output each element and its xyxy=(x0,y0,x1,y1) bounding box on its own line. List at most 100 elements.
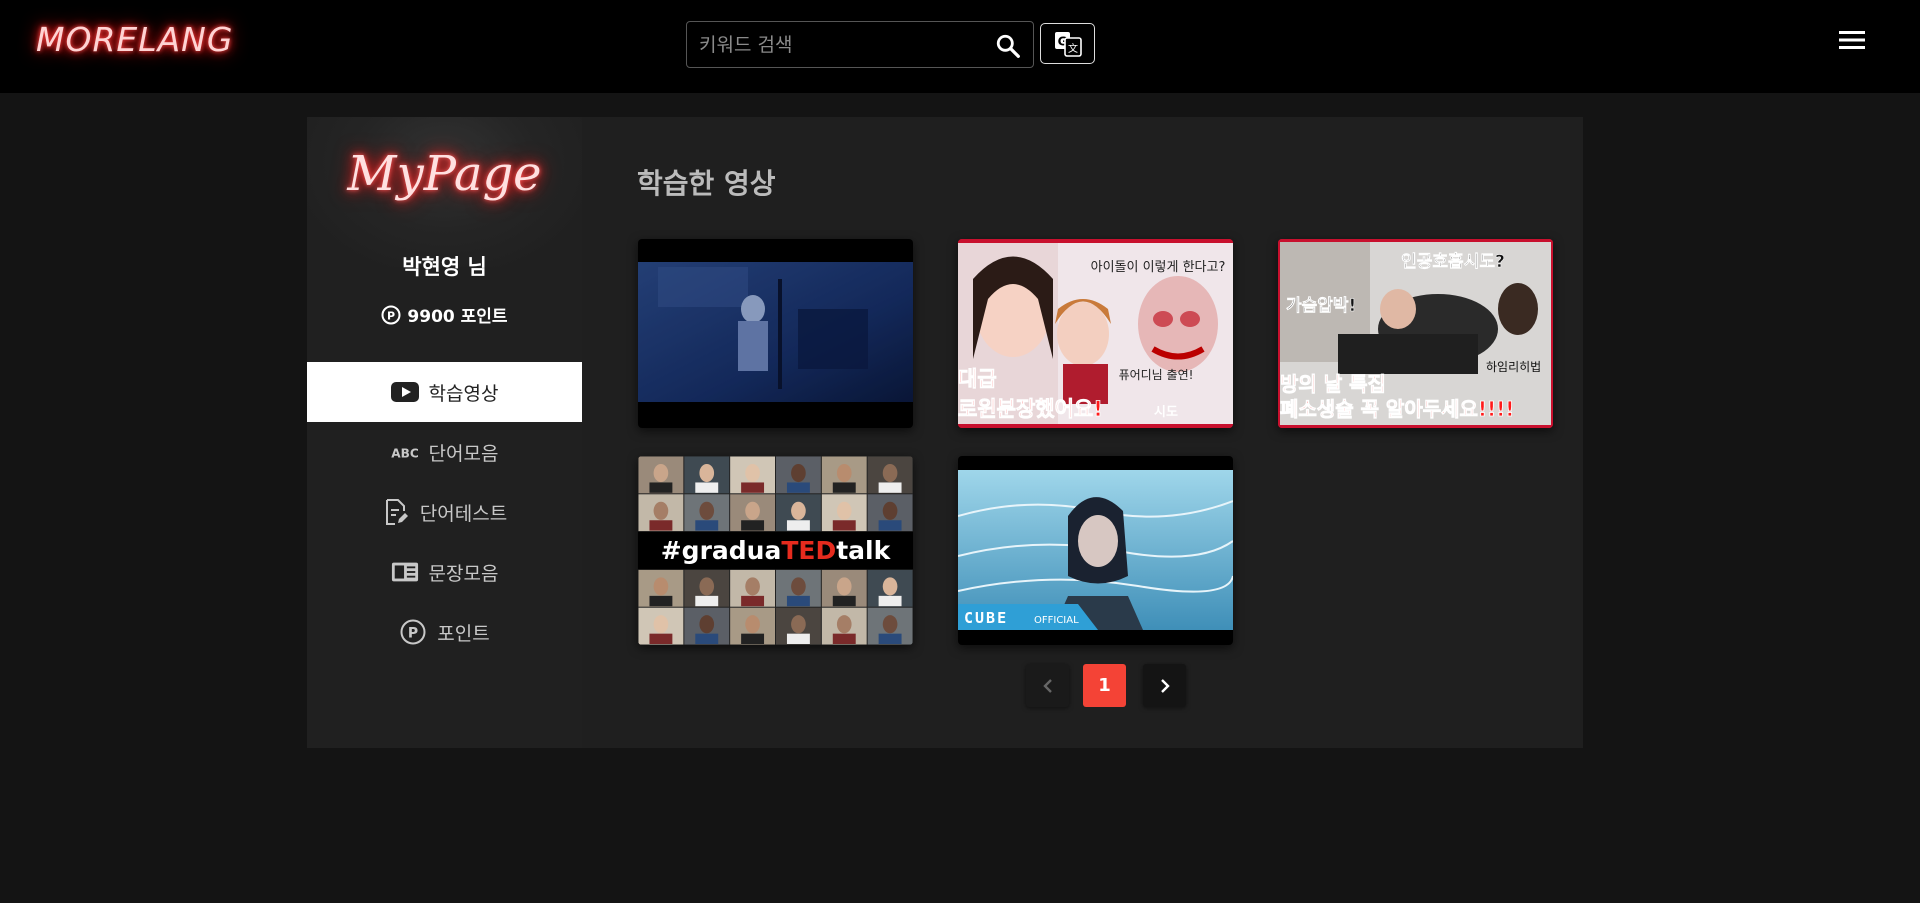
document-edit-icon xyxy=(382,499,410,525)
search-input[interactable] xyxy=(699,22,979,67)
pagination-next-button[interactable] xyxy=(1143,664,1186,707)
video-grid-face xyxy=(653,463,669,483)
video-grid-face xyxy=(882,501,898,520)
video-thumbnail-image: 인공호흡시도? 가슴압박! 하임리히법 방의 날 특집 폐소생술 꼭 알아두세요… xyxy=(1278,239,1553,428)
video-grid-face xyxy=(836,501,852,520)
video-grid-body xyxy=(695,595,719,607)
ted-hashtag-text: #graduaTEDtalk xyxy=(661,536,892,565)
video-grid-face xyxy=(836,615,852,634)
chevron-right-icon xyxy=(1160,678,1170,693)
sidebar-item-sentence-collection[interactable]: 문장모음 xyxy=(307,542,582,602)
page-title: 학습한 영상 xyxy=(637,167,776,200)
video-grid-body xyxy=(695,633,719,644)
video-grid-face xyxy=(836,463,852,483)
video-grid-body xyxy=(832,482,856,493)
chevron-left-icon xyxy=(1042,678,1052,693)
video-thumbnail-4[interactable]: #graduaTEDtalk xyxy=(638,456,913,645)
overlay-text-left: 가슴압박! xyxy=(1286,295,1356,316)
video-thumbnail-image: 아이돌이 이렇게 한다고? 퓨어디님 출연! 대급 로윈분장했어요! 시도 xyxy=(958,239,1233,428)
mypage-panel: MyPage 박현영 님 P 9900 포인트 학습영상 ABC 단어모음 단어… xyxy=(307,117,1583,748)
video-thumbnail-1[interactable] xyxy=(638,239,913,428)
video-grid-face xyxy=(653,615,669,634)
video-grid-face xyxy=(745,501,760,520)
overlay-text-bottom-2: 폐소생술 꼭 알아두세요!!!! xyxy=(1280,397,1514,421)
user-name: 박현영 님 xyxy=(402,255,487,279)
sidebar-item-label: 포인트 xyxy=(437,622,490,645)
video-grid-face xyxy=(882,577,898,596)
top-navbar: MORELANG G 文 xyxy=(0,0,1920,93)
video-grid-face xyxy=(791,501,806,520)
hamburger-menu-icon[interactable] xyxy=(1839,30,1865,50)
sidebar-menu: 학습영상 ABC 단어모음 단어테스트 문장모음 P 포인트 xyxy=(307,362,582,662)
article-icon xyxy=(391,559,419,585)
video-grid-face xyxy=(699,615,715,634)
video-grid-body xyxy=(649,633,673,644)
video-grid-body xyxy=(695,482,719,493)
video-grid-body xyxy=(878,595,902,607)
sidebar-item-label: 단어모음 xyxy=(428,442,499,465)
sidebar-item-word-collection[interactable]: ABC 단어모음 xyxy=(307,422,582,482)
video-grid-body xyxy=(786,595,810,607)
overlay-brand: CUBE xyxy=(964,609,1008,627)
svg-text:文: 文 xyxy=(1068,42,1078,55)
video-grid-body xyxy=(878,482,902,493)
pagination-prev-button[interactable] xyxy=(1026,664,1069,707)
sidebar-item-label: 문장모음 xyxy=(428,562,499,585)
sidebar-item-word-test[interactable]: 단어테스트 xyxy=(307,482,582,542)
video-grid-body xyxy=(695,520,719,531)
search-box xyxy=(686,21,1034,68)
overlay-text-bottom-2: 로윈분장했어요! xyxy=(958,397,1103,421)
video-grid-body xyxy=(649,520,673,531)
video-grid-body xyxy=(786,482,810,493)
video-grid-face xyxy=(836,577,852,596)
video-thumbnail-5[interactable]: CUBE OFFICIAL xyxy=(958,456,1233,645)
sidebar: MyPage 박현영 님 P 9900 포인트 학습영상 ABC 단어모음 단어… xyxy=(307,117,582,748)
video-grid-face xyxy=(745,615,760,634)
video-thumbnail-3[interactable]: 인공호흡시도? 가슴압박! 하임리히법 방의 날 특집 폐소생술 꼭 알아두세요… xyxy=(1278,239,1553,428)
overlay-text-top: 인공호흡시도? xyxy=(1401,251,1505,272)
overlay-text-bottom-1: 방의 날 특집 xyxy=(1280,372,1386,396)
translate-icon: G 文 xyxy=(1055,32,1082,57)
overlay-text-top: 아이돌이 이렇게 한다고? xyxy=(1091,260,1226,275)
video-grid-face xyxy=(791,615,806,634)
video-grid-face xyxy=(745,577,760,596)
mypage-logo: MyPage xyxy=(347,146,542,202)
video-grid-body xyxy=(878,520,902,531)
video-grid-body xyxy=(741,595,765,607)
overlay-text-right: 하임리히법 xyxy=(1486,360,1541,374)
video-grid-face xyxy=(653,501,669,520)
sidebar-item-points[interactable]: P 포인트 xyxy=(307,602,582,662)
pagination-page-current[interactable]: 1 xyxy=(1083,664,1126,707)
video-thumbnail-image: CUBE OFFICIAL xyxy=(958,470,1233,630)
sidebar-item-label: 단어테스트 xyxy=(419,502,508,525)
video-grid-face xyxy=(882,615,898,634)
sidebar-item-study-videos[interactable]: 학습영상 xyxy=(307,362,582,422)
video-thumbnail-2[interactable]: 아이돌이 이렇게 한다고? 퓨어디님 출연! 대급 로윈분장했어요! 시도 xyxy=(958,239,1233,428)
video-grid-face xyxy=(699,577,715,596)
video-grid-face xyxy=(699,463,715,483)
video-grid-body xyxy=(878,633,902,644)
sidebar-item-label: 학습영상 xyxy=(428,382,499,405)
video-thumbnail-image xyxy=(638,262,913,402)
translate-button[interactable]: G 文 xyxy=(1040,23,1095,64)
points-circle-icon: P xyxy=(399,619,427,645)
video-grid-body xyxy=(832,595,856,607)
video-grid-body xyxy=(649,595,673,607)
video-grid-body xyxy=(649,482,673,493)
video-grid-face xyxy=(791,463,806,483)
video-grid-body xyxy=(832,633,856,644)
video-grid-body xyxy=(741,520,765,531)
video-grid-body xyxy=(832,520,856,531)
svg-text:P: P xyxy=(408,626,418,642)
video-grid-body xyxy=(786,633,810,644)
points-text: 9900 포인트 xyxy=(407,307,508,327)
user-points: P 9900 포인트 xyxy=(307,302,582,327)
site-logo[interactable]: MORELANG xyxy=(36,20,233,59)
video-grid-face xyxy=(745,463,760,483)
video-thumbnail-image: #graduaTEDtalk xyxy=(638,456,913,645)
search-icon[interactable] xyxy=(995,33,1021,59)
abc-icon: ABC xyxy=(391,439,419,465)
video-grid-body xyxy=(741,633,765,644)
overlay-brand-sub: OFFICIAL xyxy=(1034,615,1079,626)
overlay-text-mid: 퓨어디님 출연! xyxy=(1119,368,1194,382)
